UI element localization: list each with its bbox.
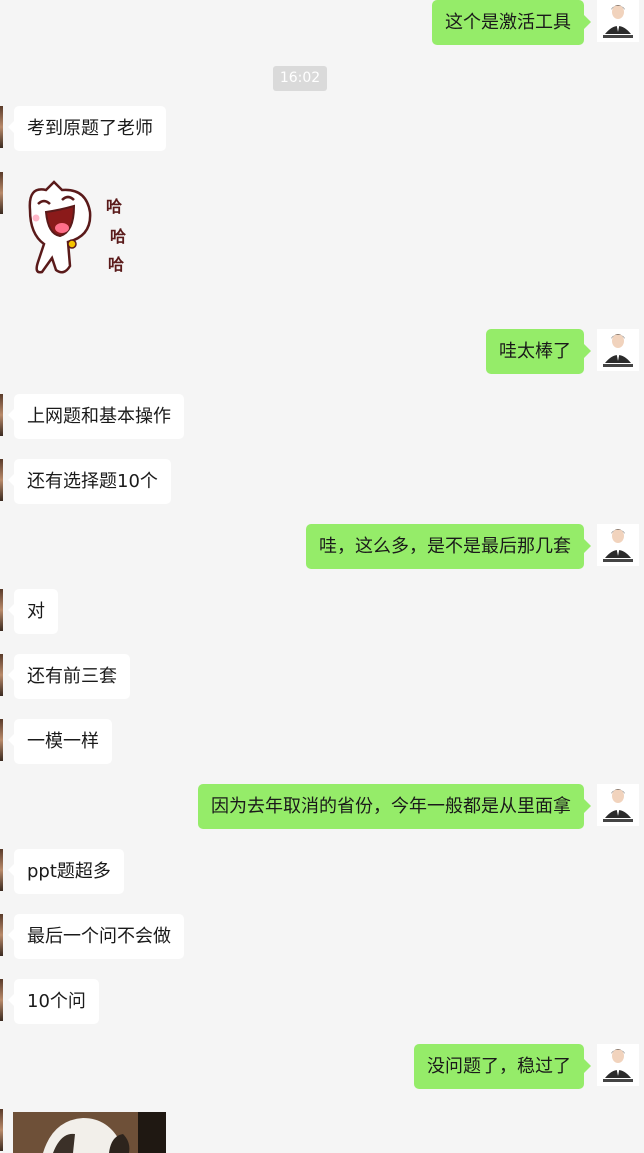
student-avatar[interactable] <box>0 589 3 631</box>
laughing-sticker[interactable]: 哈 哈 哈 <box>24 180 134 280</box>
student-avatar[interactable] <box>0 979 3 1021</box>
student-avatar[interactable] <box>0 914 3 956</box>
sticker-text: 哈 <box>108 255 124 274</box>
student-avatar[interactable] <box>0 849 3 891</box>
laughing-cat-icon: 哈 哈 哈 <box>28 180 126 274</box>
student-avatar[interactable] <box>0 172 3 214</box>
message-bubble-received[interactable]: 上网题和基本操作 <box>8 394 184 439</box>
sticker-text: 哈 <box>106 197 122 216</box>
sticker-text: 哈 <box>110 227 126 246</box>
student-avatar[interactable] <box>0 1109 3 1151</box>
teacher-avatar-icon <box>597 784 639 826</box>
student-avatar[interactable] <box>0 394 3 436</box>
student-avatar[interactable] <box>0 106 3 148</box>
message-bubble-sent[interactable]: 没问题了，稳过了 <box>414 1044 591 1089</box>
teacher-avatar[interactable] <box>597 329 639 371</box>
teacher-avatar-icon <box>597 1044 639 1086</box>
time-divider: 16:02 <box>273 66 327 91</box>
message-bubble-received[interactable]: 最后一个问不会做 <box>8 914 184 959</box>
message-bubble-sent[interactable]: 哇太棒了 <box>486 329 591 374</box>
message-bubble-received[interactable]: ppt题超多 <box>8 849 124 894</box>
student-avatar[interactable] <box>0 719 3 761</box>
message-bubble-sent[interactable]: 哇，这么多，是不是最后那几套 <box>306 524 591 569</box>
teacher-avatar[interactable] <box>597 784 639 826</box>
teacher-avatar-icon <box>597 0 639 42</box>
message-bubble-received[interactable]: 还有前三套 <box>8 654 130 699</box>
dog-photo-icon <box>13 1112 166 1153</box>
teacher-avatar[interactable] <box>597 1044 639 1086</box>
teacher-avatar-icon <box>597 524 639 566</box>
teacher-avatar-icon <box>597 329 639 371</box>
teacher-avatar[interactable] <box>597 524 639 566</box>
image-message[interactable] <box>13 1112 166 1153</box>
message-bubble-sent[interactable]: 这个是激活工具 <box>432 0 591 45</box>
message-bubble-sent[interactable]: 因为去年取消的省份，今年一般都是从里面拿 <box>198 784 591 829</box>
student-avatar[interactable] <box>0 654 3 696</box>
message-bubble-received[interactable]: 一模一样 <box>8 719 112 764</box>
message-bubble-received[interactable]: 10个问 <box>8 979 99 1024</box>
message-bubble-received[interactable]: 考到原题了老师 <box>8 106 166 151</box>
message-bubble-received[interactable]: 还有选择题10个 <box>8 459 171 504</box>
student-avatar[interactable] <box>0 459 3 501</box>
message-bubble-received[interactable]: 对 <box>8 589 58 634</box>
teacher-avatar[interactable] <box>597 0 639 42</box>
